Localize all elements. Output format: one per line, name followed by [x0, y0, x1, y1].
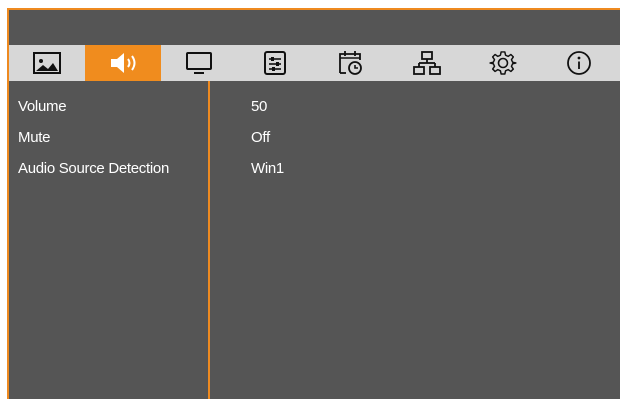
settings-sliders-icon: [264, 51, 286, 75]
audio-settings-pane: Volume 50 Mute Off Audio Source Detectio…: [9, 81, 620, 399]
tab-display[interactable]: [161, 45, 237, 81]
info-icon: [567, 51, 591, 75]
picture-icon: [33, 52, 61, 74]
speaker-icon: [111, 53, 136, 73]
display-icon: [186, 52, 212, 74]
tab-schedule[interactable]: [313, 45, 389, 81]
mute-value[interactable]: Off: [251, 129, 270, 146]
mute-label: Mute: [18, 129, 51, 146]
category-tab-bar: [9, 45, 620, 81]
volume-label: Volume: [18, 98, 67, 115]
menu-row-audio-source-detection[interactable]: Audio Source Detection Win1: [9, 151, 620, 183]
schedule-icon: [339, 51, 362, 75]
tab-information[interactable]: [541, 45, 617, 81]
network-icon: [413, 51, 441, 75]
tab-audio[interactable]: [85, 45, 161, 81]
menu-row-volume[interactable]: Volume 50: [9, 89, 620, 121]
volume-value[interactable]: 50: [251, 98, 267, 115]
osd-menu-window: Volume 50 Mute Off Audio Source Detectio…: [7, 8, 620, 399]
title-bar: [9, 10, 620, 43]
menu-row-mute[interactable]: Mute Off: [9, 120, 620, 152]
tab-picture[interactable]: [9, 45, 85, 81]
gear-icon: [489, 51, 517, 75]
audio-source-detection-label: Audio Source Detection: [18, 160, 169, 177]
tab-network[interactable]: [389, 45, 465, 81]
tab-system[interactable]: [465, 45, 541, 81]
tab-setup[interactable]: [237, 45, 313, 81]
audio-source-detection-value[interactable]: Win1: [251, 160, 284, 177]
